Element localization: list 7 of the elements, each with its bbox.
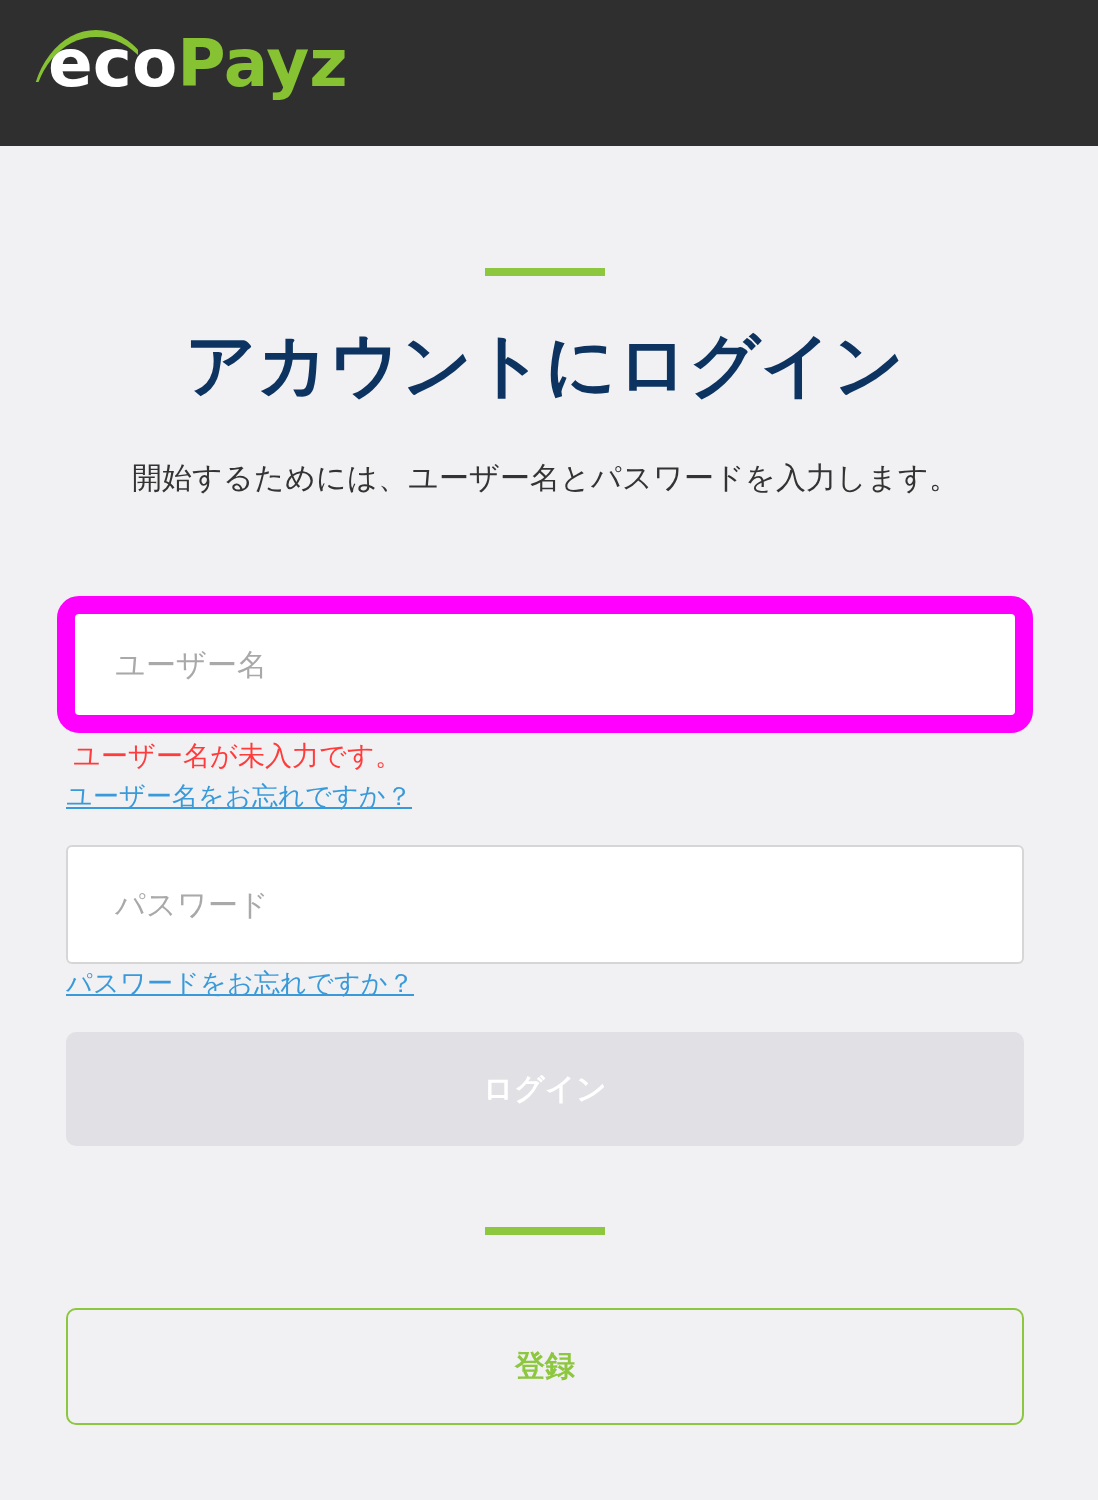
forgot-link[interactable]: パスワードをお忘れですか？ [66, 967, 414, 999]
subtitle: 開始するためには、ユーザー名とパスワードを入力します。 [130, 459, 960, 497]
error-message: ユーザー名が未入力です。 [73, 739, 402, 773]
register-button[interactable]: 登録 [66, 1308, 1024, 1425]
forgot-link[interactable]: ユーザー名をお忘れですか？ [66, 780, 412, 812]
input-field[interactable]: パスワード [66, 845, 1024, 964]
page-title: アカウントにログイン [184, 323, 906, 407]
